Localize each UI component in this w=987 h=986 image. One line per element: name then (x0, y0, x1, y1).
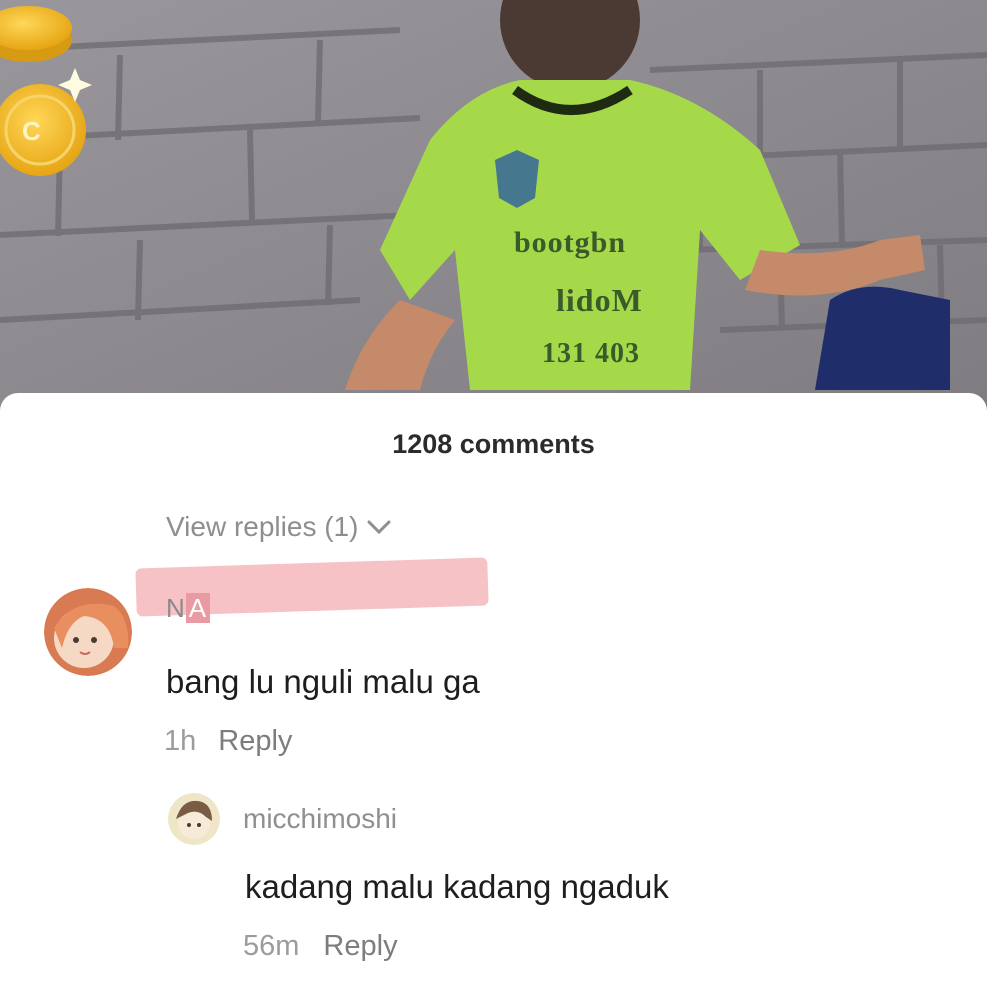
svg-text:C: C (22, 116, 41, 146)
view-replies-label: View replies (1) (166, 511, 359, 542)
jersey-text-number: 131 403 (542, 338, 640, 369)
comment-text: bang lu nguli malu ga (166, 663, 480, 700)
avatar-image (168, 793, 220, 845)
reply-button[interactable]: Reply (218, 725, 292, 758)
username-part-highlighted: A (185, 593, 211, 623)
avatar[interactable] (44, 588, 132, 676)
reply-username[interactable]: micchimoshi (243, 803, 397, 835)
reply-time: 56m (243, 930, 300, 962)
reply-text: kadang malu kadang ngaduk (245, 868, 669, 905)
comment-username[interactable]: NA (166, 593, 211, 624)
avatar-image (44, 588, 132, 676)
comment-time: 1h (164, 725, 197, 757)
video-player[interactable]: C bootgbn lidoM 131 403 (0, 0, 987, 410)
comment-meta: 1h Reply (164, 725, 292, 758)
chevron-down-icon (367, 520, 391, 535)
reply-meta: 56m Reply (243, 930, 398, 963)
video-frame: C (0, 0, 987, 410)
reply-button[interactable]: Reply (323, 930, 397, 963)
comments-sheet: 1208 comments View replies (1) NA bang l… (0, 393, 987, 986)
avatar[interactable] (168, 793, 220, 845)
jersey-text-sponsor: bootgbn (514, 226, 627, 259)
view-replies-button[interactable]: View replies (1) (166, 511, 392, 543)
jersey-text-name: lidoM (556, 282, 643, 318)
username-part: N (166, 593, 186, 623)
comments-count: 1208 comments (392, 429, 595, 459)
